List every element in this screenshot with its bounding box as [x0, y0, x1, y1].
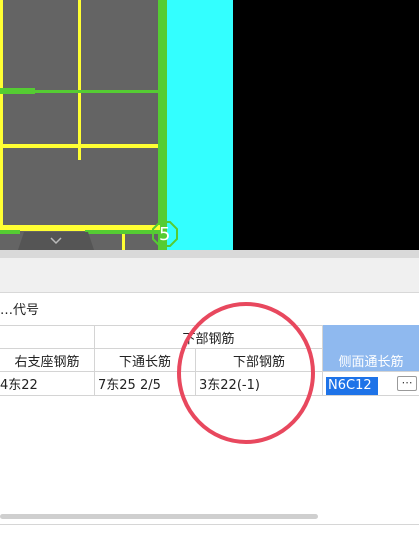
cell-bottom-rebar[interactable]: 3东22(-1) — [196, 372, 322, 395]
rebar-line — [35, 90, 158, 93]
edit-ellipsis-button[interactable]: ⋯ — [397, 376, 417, 391]
header-bottom-rebar-group[interactable]: 下部钢筋 — [95, 326, 322, 348]
beam-line — [0, 144, 158, 148]
panel-separator — [0, 250, 419, 258]
collapse-tab[interactable] — [18, 232, 94, 250]
cad-drawing — [0, 0, 233, 250]
header-bottom-through-rebar[interactable]: 下通长筋 — [95, 349, 195, 371]
cad-viewport[interactable]: 5 — [0, 0, 419, 250]
panel-title: …代号 — [0, 303, 40, 318]
beam-edge — [158, 0, 167, 250]
horizontal-scrollbar[interactable] — [0, 514, 318, 519]
beam-line — [78, 0, 81, 160]
side-through-rebar-input[interactable]: N6C12 — [326, 377, 378, 395]
panel-bottom-border — [0, 524, 419, 525]
rebar-line — [85, 230, 160, 234]
header-bottom-rebar[interactable]: 下部钢筋 — [196, 349, 322, 371]
column-block — [167, 0, 233, 250]
panel-toolbar — [0, 258, 419, 293]
marker-number: 5 — [159, 224, 171, 245]
grid-line — [0, 395, 419, 396]
cell-right-support-rebar[interactable]: 4东22 — [0, 372, 94, 395]
rebar-line — [0, 230, 20, 234]
cell-bottom-through-rebar[interactable]: 7东25 2/5 — [95, 372, 195, 395]
header-side-through-rebar[interactable]: 侧面通长筋 — [323, 349, 419, 371]
rebar-line — [0, 88, 35, 94]
header-right-support-rebar[interactable]: 右支座钢筋 — [0, 349, 94, 371]
beam-line — [0, 0, 3, 230]
